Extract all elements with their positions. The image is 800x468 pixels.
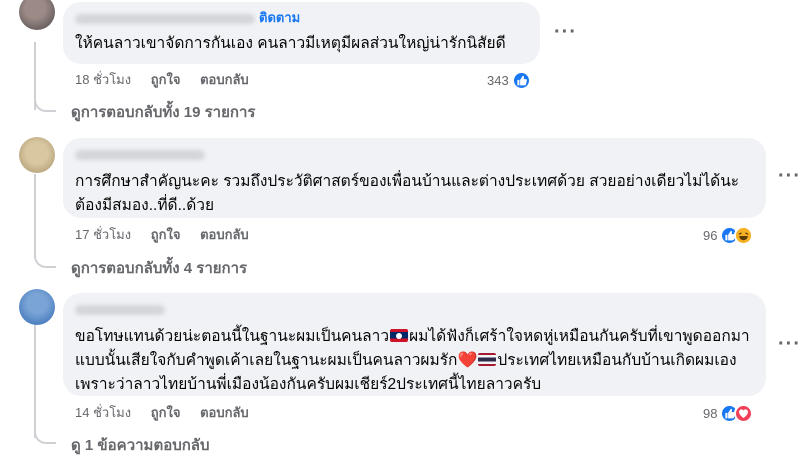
reaction-summary[interactable]: 98 (703, 402, 754, 424)
thread-line (34, 318, 36, 438)
red-heart-icon: ❤️ (457, 352, 478, 369)
comment-timestamp[interactable]: 18 ชั่วโมง (75, 72, 131, 87)
reply-button[interactable]: ตอบกลับ (200, 72, 249, 87)
view-replies-link[interactable]: ดู 1 ข้อความตอบกลับ (71, 436, 210, 456)
thread-connector (34, 250, 56, 268)
comment-bubble: การศึกษาสำคัญนะคะ รวมถึงประวัติศาสตร์ของ… (63, 138, 766, 218)
comment-actions: 18 ชั่วโมง ถูกใจ ตอบกลับ (75, 70, 265, 90)
like-icon (511, 70, 531, 90)
reaction-summary[interactable]: 343 (487, 69, 531, 91)
avatar[interactable] (19, 0, 55, 30)
reply-button[interactable]: ตอบกลับ (200, 405, 249, 420)
reaction-summary[interactable]: 96 (703, 224, 754, 246)
blurred-author-name (75, 149, 205, 160)
more-options-button[interactable]: ··· (554, 22, 577, 42)
comment-author[interactable] (75, 301, 754, 317)
comment-timestamp[interactable]: 17 ชั่วโมง (75, 227, 131, 242)
avatar[interactable] (19, 289, 55, 325)
view-replies-link[interactable]: ดูการตอบกลับทั้ง 4 รายการ (71, 259, 247, 279)
follow-link[interactable]: ติดตาม (259, 10, 300, 25)
blurred-author-name (75, 13, 255, 24)
avatar[interactable] (19, 137, 55, 173)
comment-author[interactable] (75, 146, 754, 162)
reaction-count: 343 (487, 72, 509, 88)
comment-actions: 17 ชั่วโมง ถูกใจ ตอบกลับ (75, 225, 265, 245)
reaction-count: 98 (703, 405, 718, 421)
like-button[interactable]: ถูกใจ (151, 405, 181, 420)
blurred-author-name (75, 304, 165, 315)
like-button[interactable]: ถูกใจ (151, 72, 181, 87)
comment-timestamp[interactable]: 14 ชั่วโมง (75, 405, 131, 420)
more-options-button[interactable]: ··· (778, 334, 800, 354)
reaction-count: 96 (703, 227, 718, 243)
love-icon (734, 403, 754, 423)
comment-actions: 14 ชั่วโมง ถูกใจ ตอบกลับ (75, 403, 265, 423)
comment-bubble: ขอโทษแทนด้วยน่ะตอนนี้ในฐานะผมเป็นคนลาว ผม… (63, 293, 766, 396)
comment-bubble: ติดตาม ให้คนลาวเขาจัดการกันเอง คนลาวมีเห… (63, 2, 540, 64)
comment-text-part: ขอโทษแทนด้วยน่ะตอนนี้ในฐานะผมเป็นคนลาว (75, 328, 390, 345)
comment-text: การศึกษาสำคัญนะคะ รวมถึงประวัติศาสตร์ของ… (75, 173, 744, 214)
comment-text: ขอโทษแทนด้วยน่ะตอนนี้ในฐานะผมเป็นคนลาว ผม… (75, 325, 754, 397)
comment-author[interactable]: ติดตาม (75, 10, 528, 26)
haha-icon (734, 225, 754, 245)
like-button[interactable]: ถูกใจ (151, 227, 181, 242)
laos-flag-icon (390, 329, 409, 342)
reply-button[interactable]: ตอบกลับ (200, 227, 249, 242)
comment-text: ให้คนลาวเขาจัดการกันเอง คนลาวมีเหตุมีผลส… (75, 35, 506, 52)
view-replies-link[interactable]: ดูการตอบกลับทั้ง 19 รายการ (71, 103, 255, 123)
thread-line (34, 174, 36, 258)
more-options-button[interactable]: ··· (778, 166, 800, 186)
thread-connector (34, 96, 56, 112)
thread-connector (34, 428, 56, 444)
thailand-flag-icon (478, 353, 497, 366)
